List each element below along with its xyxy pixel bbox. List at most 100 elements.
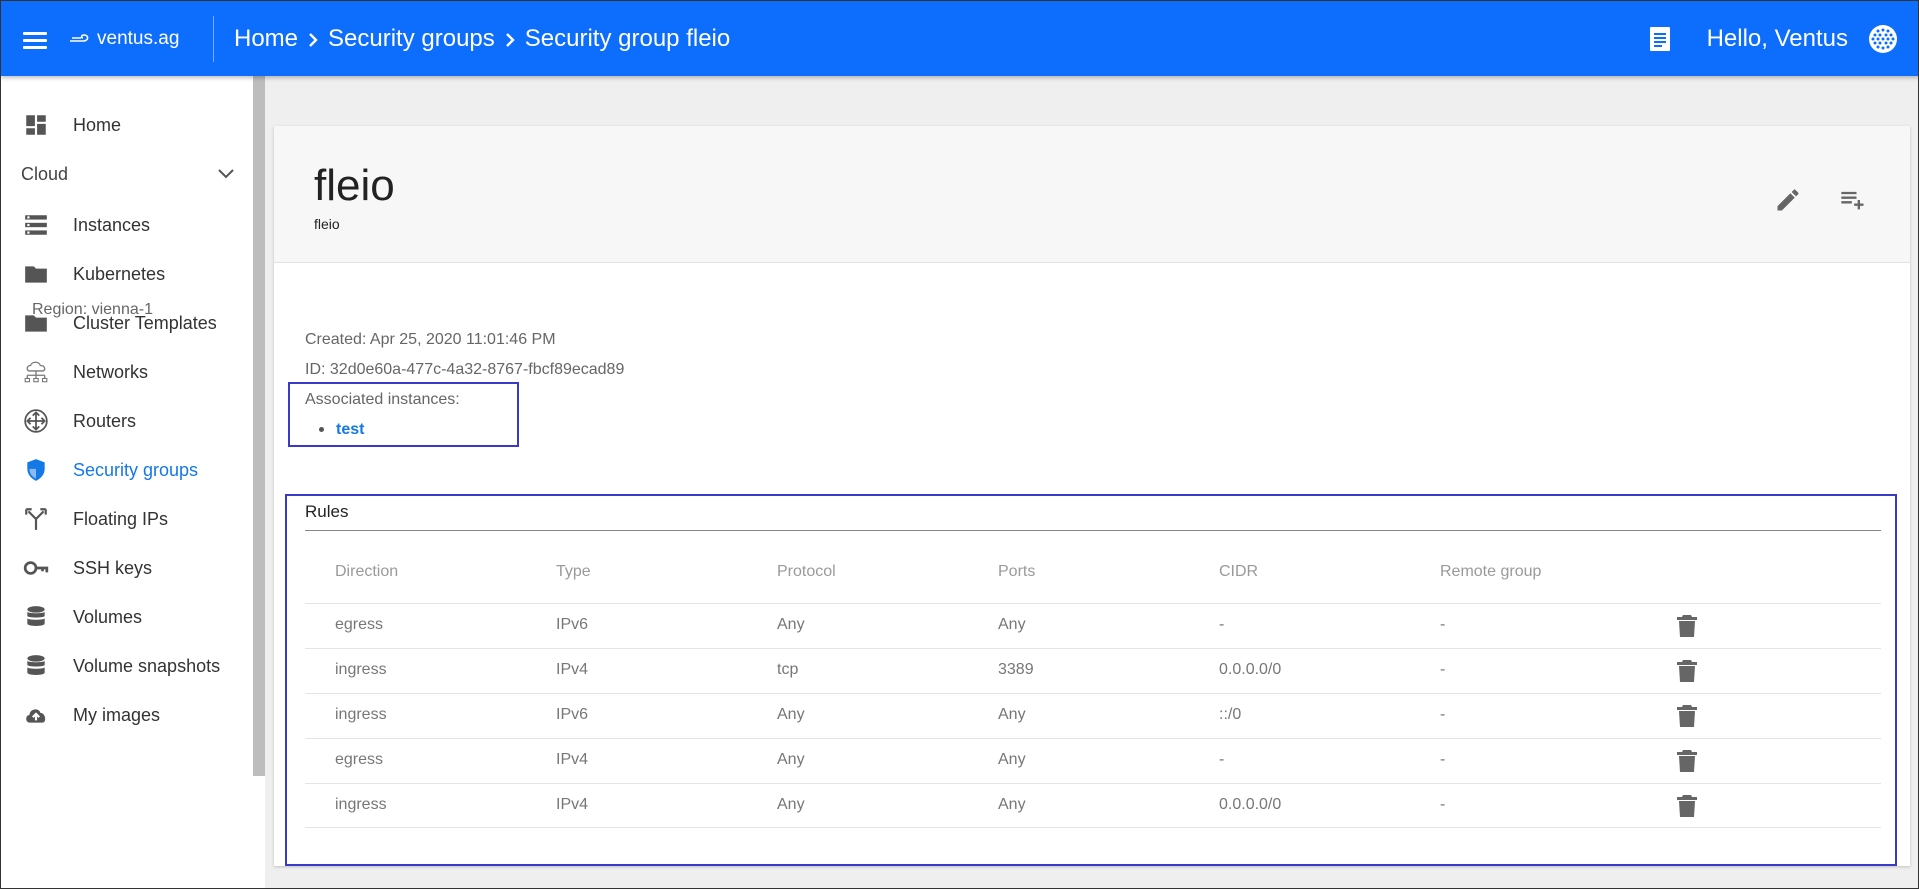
table-cell: egress <box>335 751 384 768</box>
fork-icon <box>21 504 51 534</box>
sidebar-item-ssh-keys[interactable]: SSH keys <box>1 544 251 592</box>
delete-icon[interactable] <box>1676 749 1698 773</box>
sidebar-group-label: Cloud <box>21 163 69 184</box>
sidebar-item-routers[interactable]: Routers <box>1 397 251 445</box>
sidebar-item-label: My images <box>73 704 161 725</box>
column-header-protocol: Protocol <box>777 563 836 580</box>
shield-icon <box>21 455 51 485</box>
table-cell: Any <box>998 751 1026 768</box>
table-cell: ingress <box>335 661 387 678</box>
table-cell: IPv4 <box>556 751 589 768</box>
column-header-cidr: CIDR <box>1219 563 1259 580</box>
app-window: ventus.ag Home Security groups Security … <box>0 0 1919 889</box>
folder-icon <box>21 259 51 289</box>
table-cell: - <box>1440 796 1446 813</box>
user-greeting[interactable]: Hello, Ventus <box>1707 25 1848 53</box>
breadcrumb: Home Security groups Security group flei… <box>234 25 730 53</box>
notes-icon[interactable] <box>1649 26 1671 52</box>
key-icon <box>21 553 51 583</box>
sidebar: Home Cloud Instances Kubernetes Cluster … <box>1 76 265 888</box>
dashboard-icon <box>21 110 51 140</box>
top-app-bar: ventus.ag Home Security groups Security … <box>1 1 1918 76</box>
sidebar-item-label: Networks <box>73 361 149 382</box>
sidebar-item-my-images[interactable]: My images <box>1 691 251 739</box>
breadcrumb-home[interactable]: Home <box>234 25 298 53</box>
router-icon <box>21 406 51 436</box>
table-cell: Any <box>998 796 1026 813</box>
table-cell: tcp <box>777 661 799 678</box>
database-icon <box>21 602 51 632</box>
rules-divider <box>305 530 1881 531</box>
table-cell: - <box>1440 751 1446 768</box>
edit-icon[interactable] <box>1774 186 1802 214</box>
instance-link[interactable]: test <box>336 421 364 438</box>
table-cell: Any <box>777 706 805 723</box>
sidebar-item-label: Kubernetes <box>73 263 166 284</box>
table-cell: 0.0.0.0/0 <box>1219 796 1282 813</box>
sidebar-item-label: Home <box>73 114 122 135</box>
sidebar-item-volumes[interactable]: Volumes <box>1 593 251 641</box>
column-header-type: Type <box>556 563 591 580</box>
card-header: fleio fleio <box>274 126 1910 263</box>
sidebar-item-volume-snapshots[interactable]: Volume snapshots <box>1 642 251 690</box>
table-cell: IPv4 <box>556 661 589 678</box>
created-text: Created: Apr 25, 2020 11:01:46 PM <box>305 331 556 348</box>
sidebar-item-label: Volumes <box>73 606 143 627</box>
delete-icon[interactable] <box>1676 794 1698 818</box>
database-icon <box>21 651 51 681</box>
table-cell: - <box>1440 661 1446 678</box>
sidebar-item-label: Floating IPs <box>73 508 169 529</box>
sidebar-item-floating-ips[interactable]: Floating IPs <box>1 495 251 543</box>
table-cell: - <box>1440 706 1446 723</box>
cloud-network-icon <box>21 357 51 387</box>
table-cell: - <box>1219 751 1225 768</box>
topbar-divider <box>213 15 214 62</box>
table-cell: egress <box>335 616 384 633</box>
table-cell: ::/0 <box>1219 706 1242 723</box>
sidebar-group-cloud[interactable]: Cloud <box>1 152 251 196</box>
delete-icon[interactable] <box>1676 614 1698 638</box>
globe-icon[interactable] <box>1868 24 1898 54</box>
menu-icon[interactable] <box>23 29 49 49</box>
table-cell: - <box>1219 616 1225 633</box>
table-cell: Any <box>777 751 805 768</box>
page-title: fleio <box>314 161 395 210</box>
column-header-direction: Direction <box>335 563 399 580</box>
sidebar-item-kubernetes[interactable]: Kubernetes <box>1 250 251 298</box>
add-rule-icon[interactable] <box>1839 186 1867 214</box>
table-cell: Any <box>777 616 805 633</box>
region-text: Region: vienna-1 <box>32 301 153 318</box>
bullet <box>319 427 324 433</box>
logo[interactable]: ventus.ag <box>69 28 209 50</box>
sidebar-item-label: SSH keys <box>73 557 153 578</box>
column-header-ports: Ports <box>998 563 1036 580</box>
sidebar-item-home[interactable]: Home <box>1 101 251 149</box>
table-cell: IPv6 <box>556 706 589 723</box>
table-row: egress IPv6 Any Any - - <box>305 603 1881 648</box>
table-cell: ingress <box>335 796 387 813</box>
table-cell: Any <box>777 796 805 813</box>
column-header-remote-group: Remote group <box>1440 563 1542 580</box>
table-row: ingress IPv4 tcp 3389 0.0.0.0/0 - <box>305 648 1881 693</box>
table-row: egress IPv4 Any Any - - <box>305 738 1881 783</box>
table-cell: 3389 <box>998 661 1034 678</box>
logo-text: ventus.ag <box>97 27 180 49</box>
table-cell: 0.0.0.0/0 <box>1219 661 1282 678</box>
sidebar-item-label: Security groups <box>73 459 199 480</box>
server-list-icon <box>21 210 51 240</box>
sidebar-item-label: Routers <box>73 410 137 431</box>
sidebar-scrollbar[interactable] <box>253 76 265 776</box>
table-cell: Any <box>998 616 1026 633</box>
table-cell: Any <box>998 706 1026 723</box>
topbar-right: Hello, Ventus <box>1649 24 1918 54</box>
table-cell: ingress <box>335 706 387 723</box>
logo-wind-icon <box>70 33 89 42</box>
sidebar-item-security-groups[interactable]: Security groups <box>1 446 251 494</box>
delete-icon[interactable] <box>1676 659 1698 683</box>
breadcrumb-security-groups[interactable]: Security groups <box>328 25 495 53</box>
page-subtitle: fleio <box>314 216 340 232</box>
sidebar-item-instances[interactable]: Instances <box>1 201 251 249</box>
delete-icon[interactable] <box>1676 704 1698 728</box>
chevron-down-icon <box>218 169 234 179</box>
sidebar-item-networks[interactable]: Networks <box>1 348 251 396</box>
